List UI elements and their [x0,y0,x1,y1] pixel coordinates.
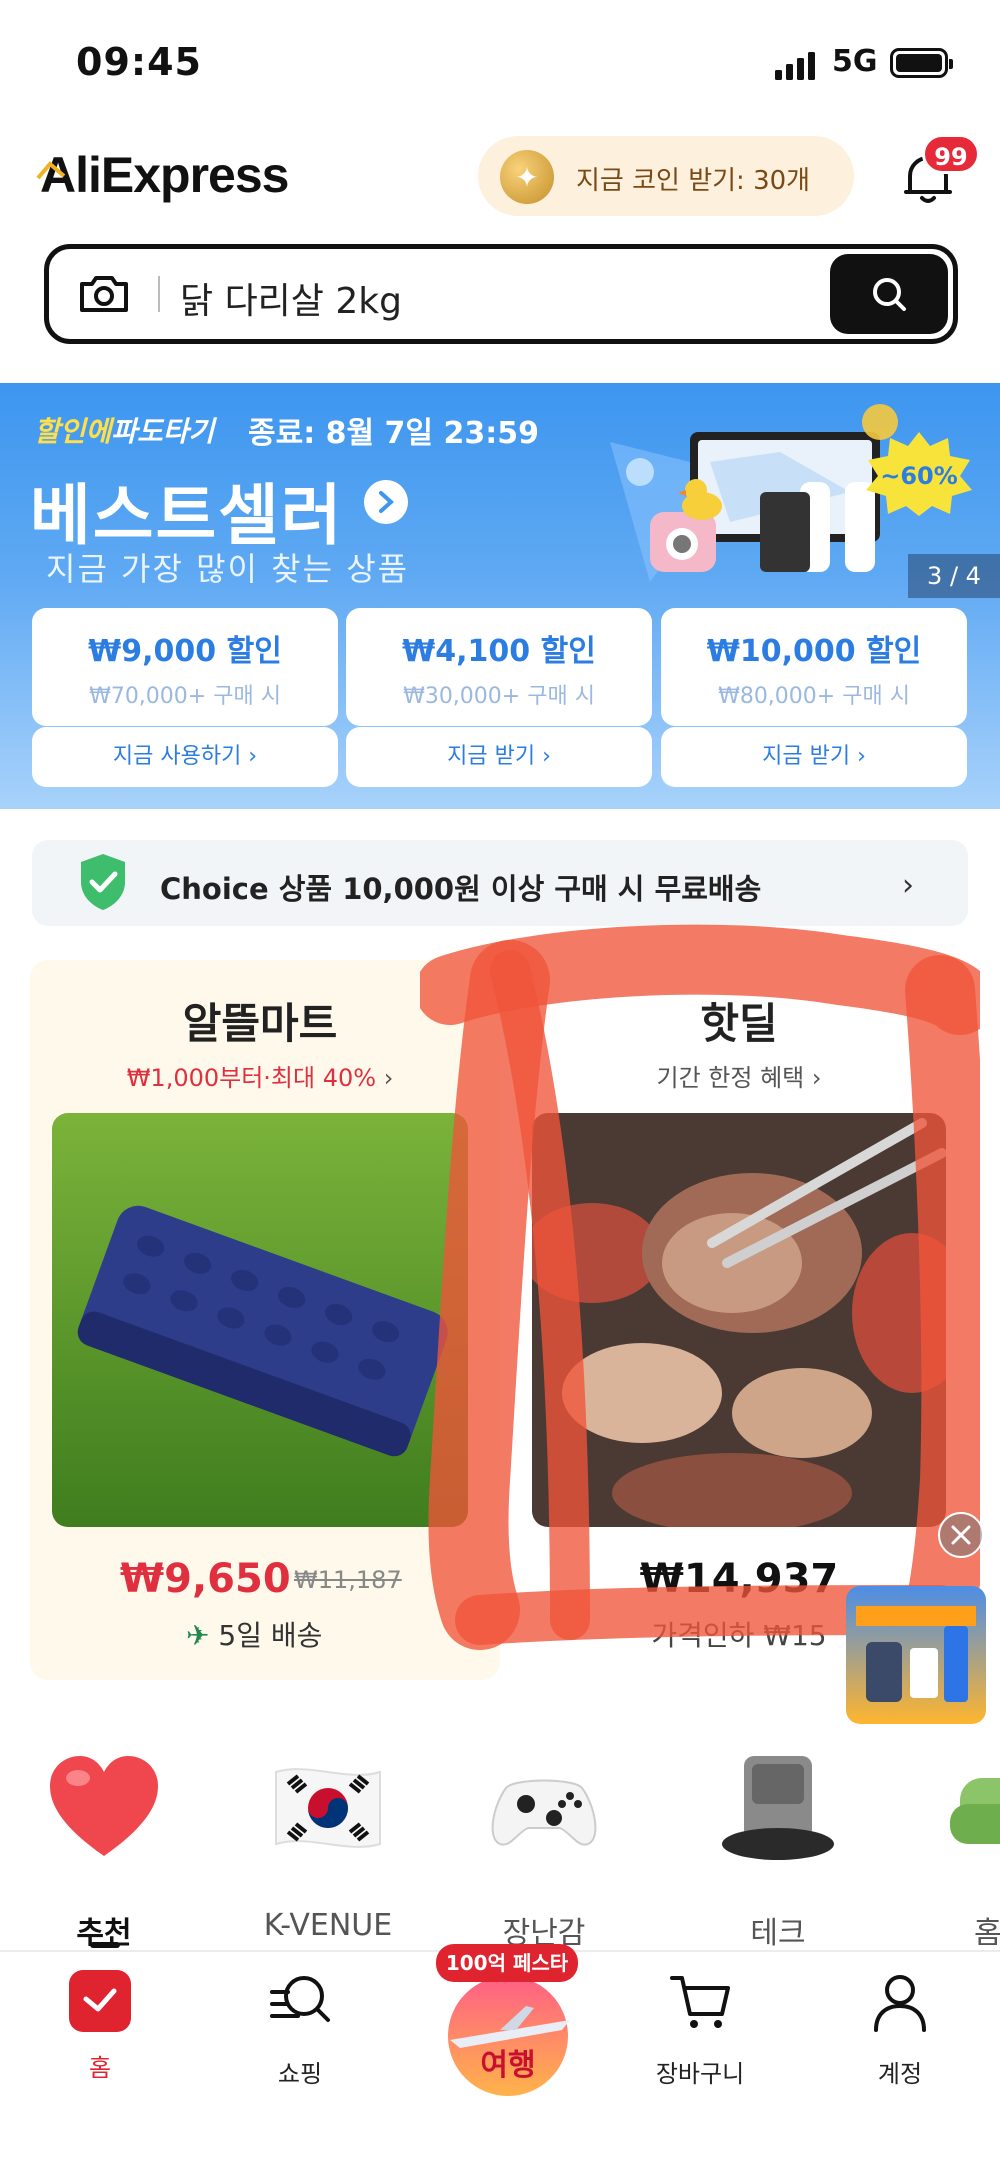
search-input[interactable]: 닭 다리살 2kg [180,272,402,324]
logo-swoosh-icon [36,161,66,180]
chevron-right-icon[interactable]: › [902,868,914,903]
category-label: 홈 [974,1916,1000,1951]
home-icon [69,1970,131,2032]
shipping-info: ✈ 5일 배송 [186,1619,323,1652]
deal-price: ₩9,650 [120,1556,291,1602]
floating-ad-image[interactable] [846,1586,986,1724]
coin-text: 지금 코인 받기: 30개 [576,166,811,196]
category-label: 테크 [750,1916,806,1951]
close-icon[interactable] [938,1512,984,1558]
category-tech[interactable]: 테크 [698,1748,858,1952]
coin-icon: ✦ [500,150,554,204]
logo-text: AliExpress [40,147,289,203]
korea-flag-icon [275,1768,381,1848]
discount-starburst: ~60% [866,432,972,516]
coupon-amount: ₩4,100 할인 [402,634,596,669]
red-marker-annotation [420,924,980,1650]
air-mattress-image[interactable] [52,1113,468,1527]
coupon-amount: ₩9,000 할인 [88,634,282,669]
search-icon [873,278,906,311]
category-k-venue[interactable]: K-VENUE [248,1748,408,1943]
banner-subtitle: 지금 가장 많이 찾는 상품 [46,550,410,588]
network-label: 5G [832,44,878,79]
person-icon [874,1975,926,2032]
discount-badge-text: ~60% [880,462,958,490]
camera-icon[interactable] [76,272,132,316]
travel-label: 여행 [480,2048,536,2083]
aliexpress-logo[interactable]: AliExpress [40,146,289,204]
banner-end-time: 종료: 8월 7일 23:59 [248,416,539,451]
nav-label: 쇼핑 [277,2060,323,2088]
coupon-card-3[interactable]: ₩10,000 할인 ₩80,000+ 구매 시 [661,608,967,726]
sofa-icon [950,1778,1000,1844]
status-time: 09:45 [76,40,202,84]
category-home[interactable]: 홈 [930,1748,1000,1952]
battery-icon [890,48,953,78]
search-divider [158,276,160,312]
banner-tag: 할인에파도타기 [34,415,215,448]
gamepad-icon [491,1779,597,1846]
coupon-card-1[interactable]: ₩9,000 할인 ₩70,000+ 구매 시 [32,608,338,726]
nav-home[interactable]: 홈 [30,1970,170,2083]
choice-text: Choice 상품 10,000원 이상 구매 시 무료배송 [160,872,762,906]
travel-badge: 100억 페스타 [436,1944,578,1982]
signal-icon [775,52,815,80]
coupon-condition: ₩70,000+ 구매 시 [89,684,281,709]
chevron-right-icon[interactable] [364,480,408,524]
coupon-condition: ₩80,000+ 구매 시 [718,684,910,709]
coupon-amount: ₩10,000 할인 [706,634,922,669]
nav-label: 장바구니 [655,2060,745,2088]
search-button[interactable] [830,254,948,334]
deal-original-price: ₩11,187 [294,1566,402,1594]
active-category-indicator [90,1942,120,1948]
shopping-search-icon [270,1976,330,2022]
nav-label: 계정 [877,2060,923,2088]
coupon-use-button[interactable]: 지금 사용하기 › [32,727,338,787]
nav-cart[interactable]: 장바구니 [630,1970,770,2089]
notification-badge: 99 [922,134,980,174]
category-toys[interactable]: 장난감 [464,1748,624,1952]
heart-icon [50,1756,158,1856]
coupon-card-2[interactable]: ₩4,100 할인 ₩30,000+ 구매 시 [346,608,652,726]
nav-label: 홈 [88,2054,112,2082]
airplane-icon: ✈ [186,1619,210,1652]
nav-shopping[interactable]: 쇼핑 [230,1970,370,2089]
banner-page-indicator: 3 / 4 [908,554,1000,598]
category-label: K-VENUE [263,1908,393,1943]
category-recommended[interactable]: 추천 [24,1748,184,1952]
coupon-get-button[interactable]: 지금 받기 › [346,727,652,787]
coupon-get-button[interactable]: 지금 받기 › [661,727,967,787]
nav-account[interactable]: 계정 [830,1970,970,2089]
shield-check-icon [81,854,125,910]
coupon-condition: ₩30,000+ 구매 시 [403,684,595,709]
cart-icon [670,1976,730,2028]
robot-vacuum-icon [722,1756,834,1860]
